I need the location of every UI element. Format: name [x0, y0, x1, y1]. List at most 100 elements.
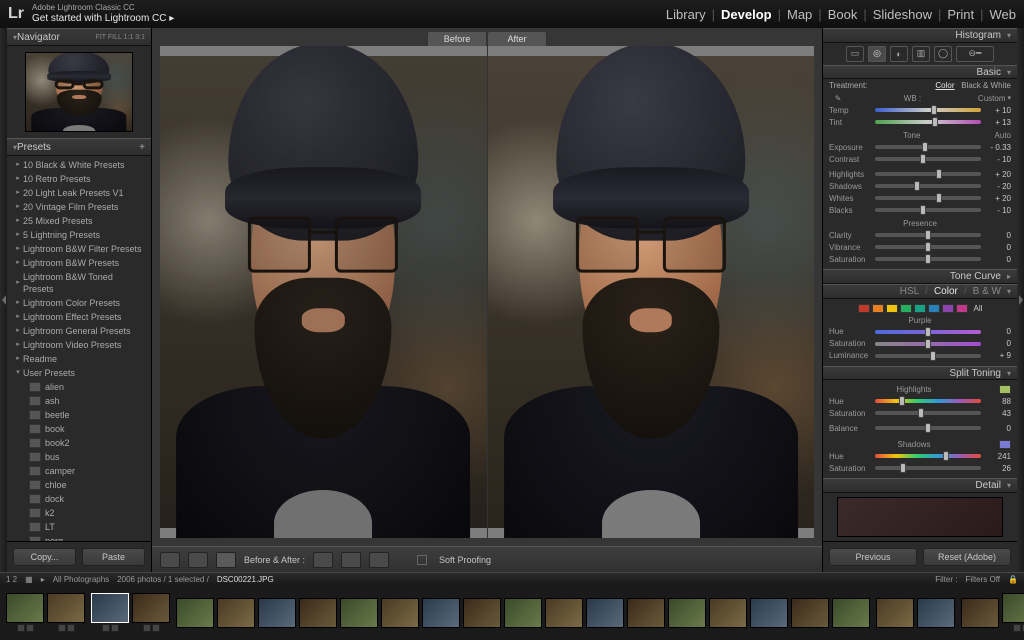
- crop-tool-icon[interactable]: ▭: [846, 46, 864, 62]
- module-slideshow[interactable]: Slideshow: [873, 7, 932, 22]
- filmstrip-thumbnail[interactable]: [586, 598, 624, 628]
- tone-value[interactable]: - 0.33: [985, 143, 1011, 152]
- navigator-header[interactable]: ▾ Navigator FIT FILL 1:1 3:1: [7, 28, 151, 46]
- preset-item[interactable]: dock: [7, 492, 151, 506]
- hsl-tab-bw[interactable]: B & W: [973, 286, 1001, 297]
- filmstrip-thumbnail[interactable]: [832, 598, 870, 628]
- grid-view-icon[interactable]: [188, 552, 208, 568]
- ba-mode-icon-2[interactable]: [341, 552, 361, 568]
- preset-item[interactable]: ash: [7, 394, 151, 408]
- soft-proofing-checkbox[interactable]: [417, 555, 427, 565]
- presets-add-icon[interactable]: +: [139, 142, 145, 153]
- module-web[interactable]: Web: [990, 7, 1017, 22]
- brush-tool-icon[interactable]: ⊖━: [956, 46, 994, 62]
- tone-slider[interactable]: [875, 145, 981, 149]
- module-print[interactable]: Print: [947, 7, 974, 22]
- basic-header[interactable]: Basic ▾: [823, 65, 1017, 80]
- tone-slider[interactable]: [875, 172, 981, 176]
- treatment-color[interactable]: Color: [935, 81, 954, 90]
- preset-item[interactable]: k2: [7, 506, 151, 520]
- preset-item[interactable]: book: [7, 422, 151, 436]
- left-panel-collapse-grip[interactable]: [0, 28, 7, 572]
- presence-slider[interactable]: [875, 257, 981, 261]
- filmstrip-thumbnail[interactable]: [217, 598, 255, 628]
- filmstrip-thumbnail[interactable]: [709, 598, 747, 628]
- preset-folder[interactable]: 20 Vintage Film Presets: [7, 200, 151, 214]
- filmstrip-thumbnail[interactable]: [47, 593, 85, 623]
- before-after-view-icon[interactable]: [216, 552, 236, 568]
- preset-item[interactable]: beetle: [7, 408, 151, 422]
- detail-header[interactable]: Detail ▾: [823, 478, 1017, 493]
- wb-value[interactable]: + 10: [985, 106, 1011, 115]
- chevron-icon[interactable]: ▸: [41, 575, 45, 584]
- filmstrip-thumbnail[interactable]: [668, 598, 706, 628]
- presence-slider[interactable]: [875, 233, 981, 237]
- preset-item[interactable]: bus: [7, 450, 151, 464]
- loupe-view-icon[interactable]: [160, 552, 180, 568]
- filmstrip-thumbnail[interactable]: [176, 598, 214, 628]
- hsl-color-swatch[interactable]: [914, 304, 926, 313]
- split-toning-header[interactable]: Split Toning ▾: [823, 366, 1017, 381]
- filmstrip-thumbnail[interactable]: [1002, 593, 1024, 623]
- preset-folder[interactable]: 10 Black & White Presets: [7, 158, 151, 172]
- tone-slider[interactable]: [875, 157, 981, 161]
- paste-button[interactable]: Paste: [82, 548, 145, 566]
- presets-header[interactable]: ▾ Presets +: [7, 138, 151, 156]
- preset-folder[interactable]: 5 Lightning Presets: [7, 228, 151, 242]
- filmstrip-thumbnail[interactable]: [876, 598, 914, 628]
- tone-value[interactable]: - 10: [985, 155, 1011, 164]
- presence-value[interactable]: 0: [985, 231, 1011, 240]
- preset-folder[interactable]: Lightroom B&W Filter Presets: [7, 242, 151, 256]
- split-hi-slider[interactable]: [875, 399, 981, 403]
- hsl-color-swatch[interactable]: [872, 304, 884, 313]
- filmstrip-thumbnail[interactable]: [6, 593, 44, 623]
- preset-folder[interactable]: Lightroom B&W Presets: [7, 256, 151, 270]
- reset-button[interactable]: Reset (Adobe): [923, 548, 1011, 566]
- wb-mode[interactable]: Custom: [978, 94, 1006, 103]
- preset-item[interactable]: chloe: [7, 478, 151, 492]
- filmstrip-thumbnail[interactable]: [917, 598, 955, 628]
- wb-slider[interactable]: [875, 108, 981, 112]
- filmstrip[interactable]: [0, 585, 1024, 640]
- presence-slider[interactable]: [875, 245, 981, 249]
- preset-folder[interactable]: Lightroom Effect Presets: [7, 310, 151, 324]
- hsl-color-swatch[interactable]: [942, 304, 954, 313]
- hsl-color-swatch[interactable]: [858, 304, 870, 313]
- hsl-color-swatch[interactable]: [900, 304, 912, 313]
- tone-curve-header[interactable]: Tone Curve ▸: [823, 269, 1017, 284]
- filmstrip-pages[interactable]: 1 2: [6, 575, 17, 584]
- navigator-preview[interactable]: [25, 52, 133, 132]
- hsl-color-swatch[interactable]: [928, 304, 940, 313]
- hsl-slider[interactable]: [875, 342, 981, 346]
- split-hi-value[interactable]: 88: [985, 397, 1011, 406]
- hsl-color-swatch[interactable]: [886, 304, 898, 313]
- ba-mode-icon-3[interactable]: [369, 552, 389, 568]
- filmstrip-thumbnail[interactable]: [132, 593, 170, 623]
- split-sh-slider[interactable]: [875, 454, 981, 458]
- filmstrip-thumbnail[interactable]: [750, 598, 788, 628]
- hsl-tab-color[interactable]: Color: [934, 286, 958, 297]
- filter-lock-icon[interactable]: 🔒: [1008, 575, 1018, 584]
- preset-folder[interactable]: 20 Light Leak Presets V1: [7, 186, 151, 200]
- split-sh-value[interactable]: 26: [985, 464, 1011, 473]
- hsl-all[interactable]: All: [974, 304, 983, 313]
- preset-folder[interactable]: Lightroom General Presets: [7, 324, 151, 338]
- tone-value[interactable]: + 20: [985, 170, 1011, 179]
- filmstrip-thumbnail[interactable]: [381, 598, 419, 628]
- split-balance-value[interactable]: 0: [985, 424, 1011, 433]
- preset-item[interactable]: porg: [7, 534, 151, 541]
- filter-state[interactable]: Filters Off: [966, 575, 1001, 584]
- module-map[interactable]: Map: [787, 7, 812, 22]
- preset-item[interactable]: alien: [7, 380, 151, 394]
- filmstrip-thumbnail[interactable]: [258, 598, 296, 628]
- hsl-slider[interactable]: [875, 354, 981, 358]
- grid-icon[interactable]: ▦: [25, 575, 33, 584]
- hsl-value[interactable]: + 9: [985, 351, 1011, 360]
- presence-value[interactable]: 0: [985, 255, 1011, 264]
- split-sh-slider[interactable]: [875, 466, 981, 470]
- preset-folder[interactable]: Lightroom Color Presets: [7, 296, 151, 310]
- wb-value[interactable]: + 13: [985, 118, 1011, 127]
- preset-folder-user[interactable]: User Presets: [7, 366, 151, 380]
- preset-item[interactable]: LT: [7, 520, 151, 534]
- hsl-color-swatch[interactable]: [956, 304, 968, 313]
